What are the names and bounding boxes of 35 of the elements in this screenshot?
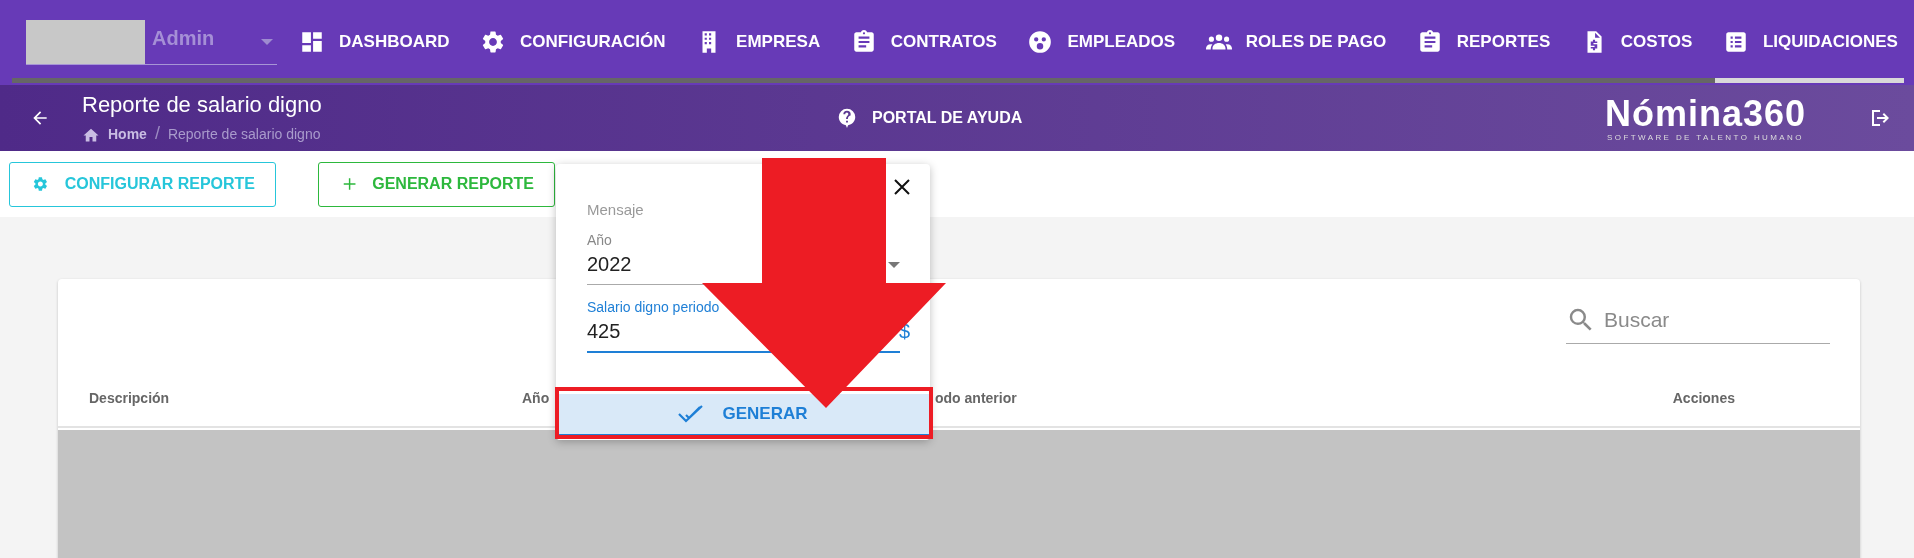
- nav-item[interactable]: EMPRESA: [696, 29, 821, 55]
- nav-item[interactable]: DASHBOARD: [299, 29, 450, 55]
- field-label: Año: [587, 232, 613, 248]
- close-icon[interactable]: [894, 179, 910, 195]
- nav-item[interactable]: CONTRATOS: [850, 29, 997, 55]
- user-name: Admin: [152, 27, 215, 50]
- column-header: odo anterior: [935, 390, 1018, 406]
- nav-item[interactable]: REPORTES: [1416, 29, 1551, 55]
- help-icon: [836, 107, 858, 129]
- caret-icon: [261, 38, 273, 45]
- plus-icon: [343, 175, 357, 193]
- dashboard-icon: [299, 29, 325, 55]
- dropdown-icon: [888, 261, 900, 268]
- field-label: Salario digno periodo: [587, 299, 721, 315]
- breadcrumb-link[interactable]: Home: [108, 125, 147, 142]
- column-header: Acciones: [1672, 390, 1735, 406]
- page-title: Reporte de salario digno: [82, 92, 323, 118]
- nav-item[interactable]: ROLES DE PAGO: [1205, 29, 1387, 55]
- field-value: 425: [587, 320, 621, 343]
- nav-item[interactable]: EMPLEADOS: [1027, 29, 1176, 55]
- column-header: Descripción: [89, 390, 171, 406]
- brand-logo-text: Nómina360: [1604, 94, 1806, 133]
- double-check-icon: [678, 404, 705, 424]
- face-icon: [1027, 29, 1054, 55]
- nav-item[interactable]: CONFIGURACIÓN: [480, 29, 666, 55]
- breadcrumb-separator: /: [154, 123, 160, 144]
- column-header: Año: [522, 390, 551, 406]
- help-link[interactable]: PORTAL DE AYUDA: [836, 107, 1023, 129]
- nav-item[interactable]: COSTOS: [1580, 29, 1693, 55]
- brand-tagline: SOFTWARE DE TALENTO HUMANO: [1607, 132, 1804, 142]
- field-value: 2022: [587, 253, 632, 276]
- breadcrumb-current: Reporte de salario digno: [167, 125, 321, 142]
- search-field[interactable]: Buscar: [1604, 308, 1814, 332]
- dialog-title: Mensaje: [587, 201, 645, 218]
- nav-item[interactable]: LIQUIDACIONES: [1722, 29, 1898, 55]
